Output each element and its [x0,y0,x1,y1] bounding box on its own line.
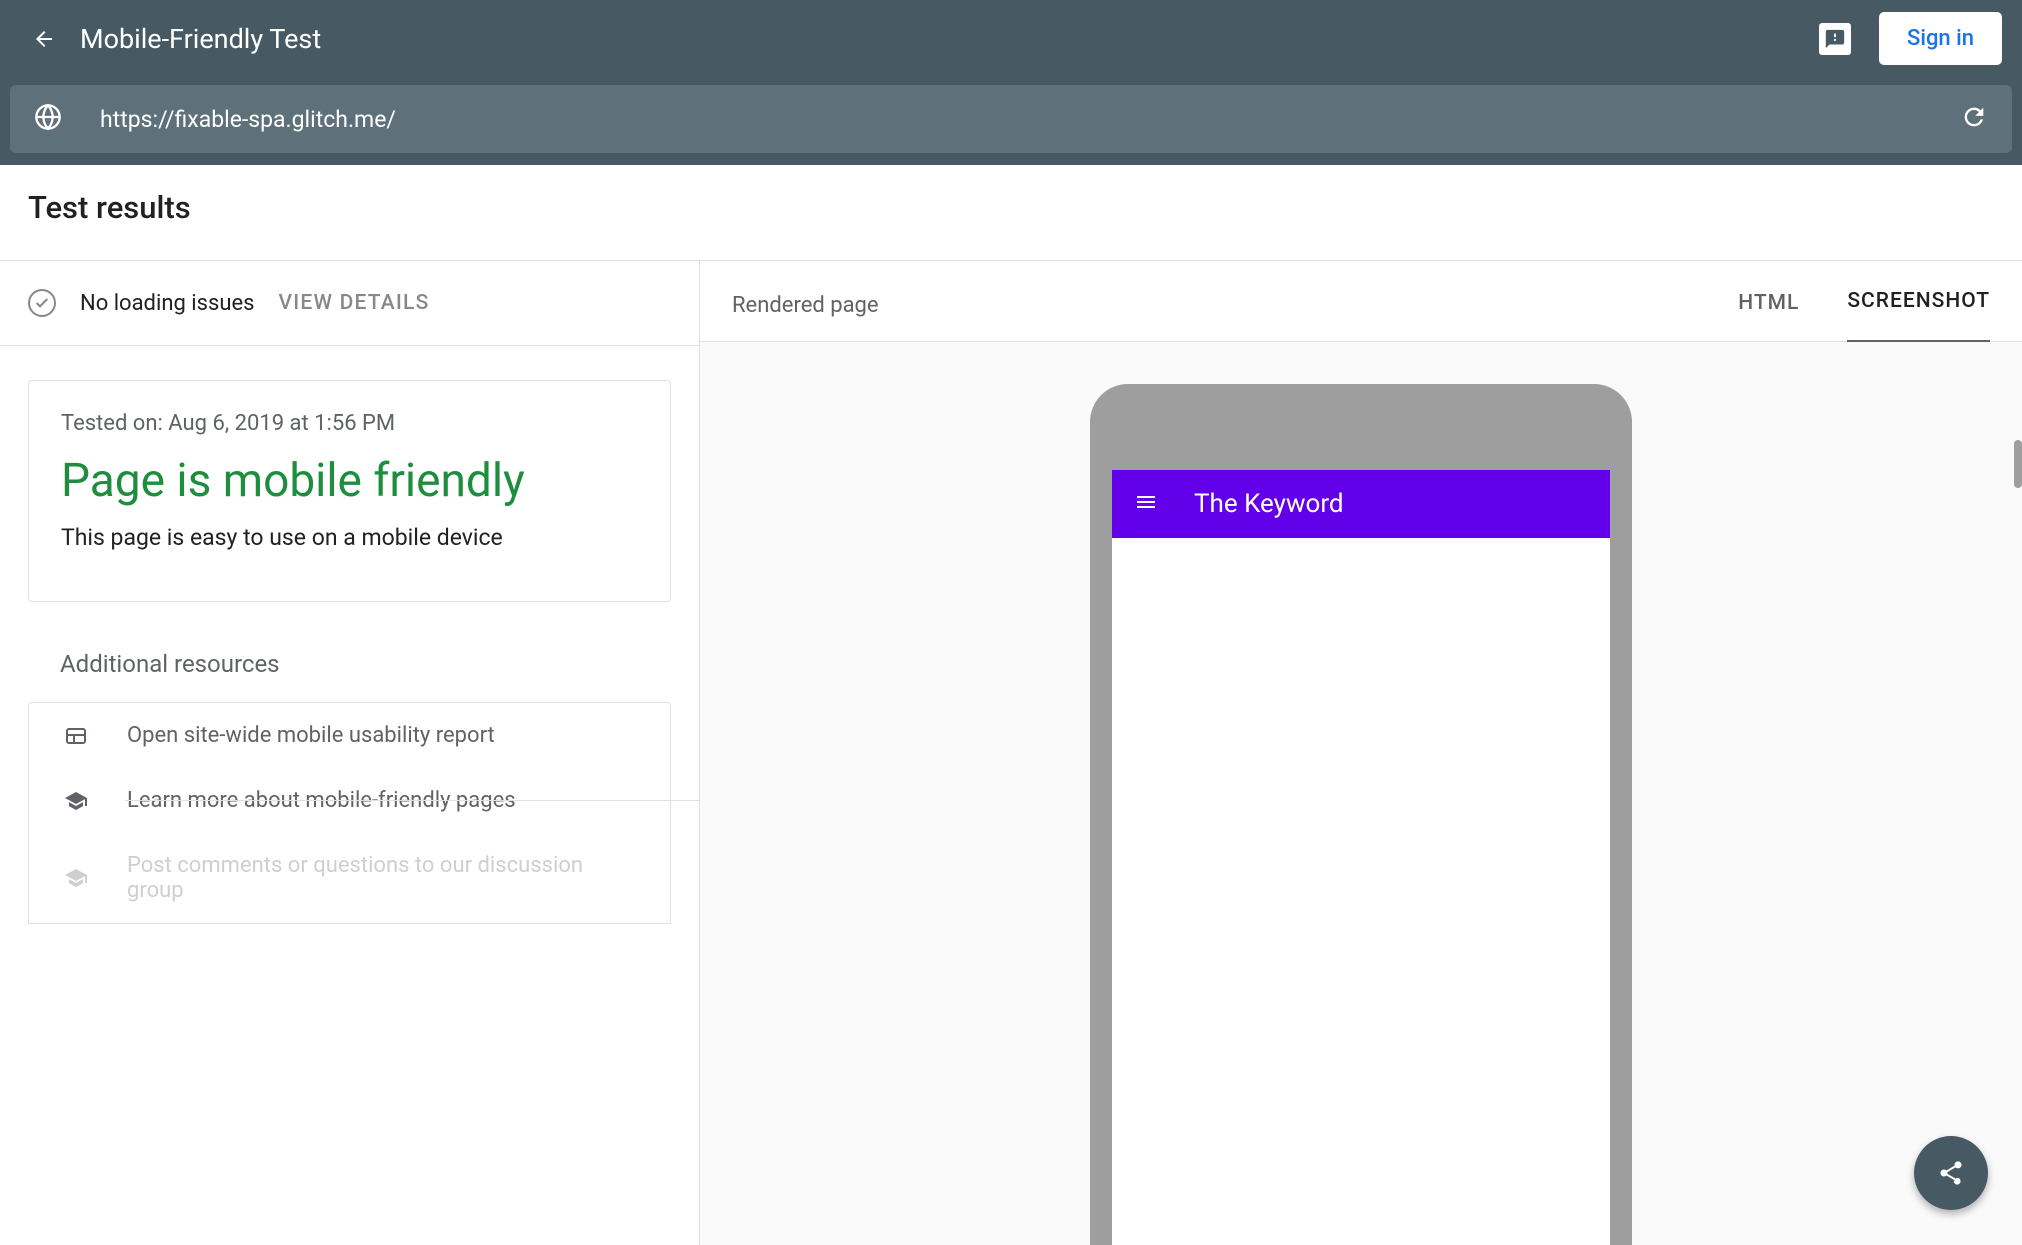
app-title: Mobile-Friendly Test [80,23,1795,55]
preview-label: Rendered page [732,293,1690,318]
loading-status-bar: No loading issues VIEW DETAILS [0,261,699,346]
tab-screenshot[interactable]: SCREENSHOT [1847,289,1990,343]
hamburger-icon [1134,490,1158,518]
tested-on-text: Tested on: Aug 6, 2019 at 1:56 PM [61,411,638,436]
reload-icon[interactable] [1960,103,1988,135]
phone-mockup: The Keyword [1090,384,1632,1245]
back-arrow-icon[interactable] [32,27,56,51]
app-header: Mobile-Friendly Test Sign in [0,0,2022,77]
tab-html[interactable]: HTML [1738,291,1799,342]
content-area: No loading issues VIEW DETAILS Tested on… [0,261,2022,1245]
share-fab[interactable] [1914,1136,1988,1210]
url-input[interactable]: https://fixable-spa.glitch.me/ [100,106,1922,133]
phone-app-title: The Keyword [1194,489,1344,519]
left-panel: No loading issues VIEW DETAILS Tested on… [0,261,700,1245]
resources-card: Open site-wide mobile usability report L… [28,702,671,924]
globe-icon [34,103,62,135]
report-icon [61,724,91,748]
results-header: Test results [0,165,2022,261]
results-heading: Test results [28,189,1994,226]
resource-item-learn[interactable]: Learn more about mobile-friendly pages [29,768,670,833]
result-headline: Page is mobile friendly [61,454,638,508]
right-panel: Rendered page HTML SCREENSHOT The Keywor… [700,261,2022,1245]
view-details-link[interactable]: VIEW DETAILS [279,291,430,315]
share-icon [1937,1159,1965,1187]
feedback-icon[interactable] [1819,23,1851,55]
phone-preview-area: The Keyword [700,342,2022,1245]
discussion-icon [61,866,91,890]
preview-tabs: Rendered page HTML SCREENSHOT [700,261,2022,342]
header-actions: Sign in [1819,12,2002,65]
resource-label: Post comments or questions to our discus… [127,853,638,903]
result-description: This page is easy to use on a mobile dev… [61,524,638,551]
phone-app-bar: The Keyword [1112,470,1610,538]
url-bar[interactable]: https://fixable-spa.glitch.me/ [10,85,2012,153]
url-bar-container: https://fixable-spa.glitch.me/ [0,77,2022,165]
check-circle-icon [28,289,56,317]
resource-label: Open site-wide mobile usability report [127,723,495,748]
resource-item-report[interactable]: Open site-wide mobile usability report [29,703,670,768]
sign-in-button[interactable]: Sign in [1879,12,2002,65]
phone-screen: The Keyword [1112,470,1610,1245]
resource-item-discuss[interactable]: Post comments or questions to our discus… [29,833,670,923]
additional-resources-heading: Additional resources [60,650,699,678]
result-card: Tested on: Aug 6, 2019 at 1:56 PM Page i… [28,380,671,602]
graduation-cap-icon [61,789,91,813]
status-text: No loading issues [80,291,255,316]
scrollbar-thumb[interactable] [2014,440,2022,488]
